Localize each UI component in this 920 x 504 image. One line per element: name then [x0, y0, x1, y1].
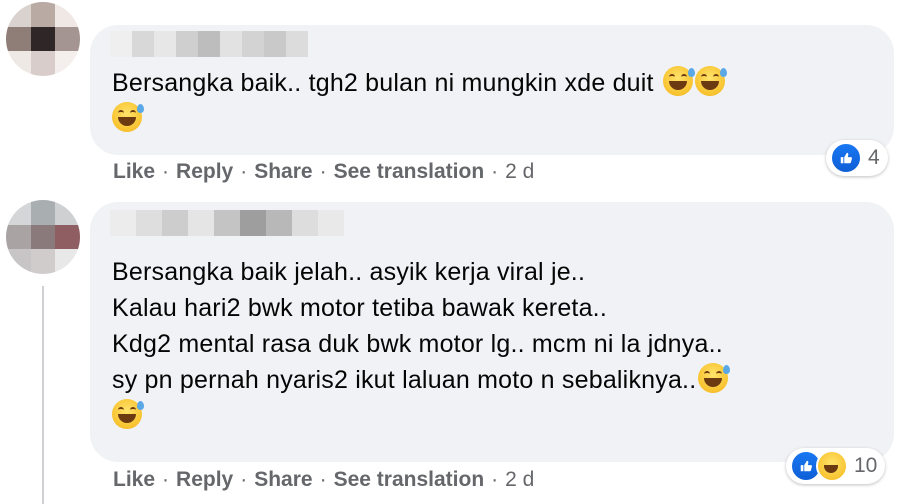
avatar-pixel	[55, 51, 80, 76]
like-link[interactable]: Like	[113, 468, 155, 492]
comment-emoji-line	[112, 398, 728, 434]
avatar-pixel	[55, 200, 80, 225]
rolling-laughing-emoji-icon	[112, 102, 144, 132]
avatar-pixel	[55, 224, 80, 250]
avatar-pixel	[6, 51, 31, 76]
avatar-pixel	[30, 26, 56, 52]
share-link[interactable]: Share	[254, 468, 312, 492]
reaction-count: 10	[854, 454, 878, 477]
avatar-pixel	[6, 224, 31, 250]
commenter-name-redacted[interactable]	[110, 31, 308, 57]
see-translation-link[interactable]: See translation	[334, 468, 485, 492]
reaction-count: 4	[868, 146, 880, 169]
commenter-avatar[interactable]	[6, 200, 80, 274]
commenter-name-redacted[interactable]	[110, 210, 344, 236]
comment-text: Bersangka baik.. tgh2 bulan ni mungkin x…	[112, 65, 727, 101]
grinning-sweat-emoji-icon	[112, 399, 144, 429]
comment-line: Bersangka baik.. tgh2 bulan ni mungkin x…	[112, 69, 654, 97]
reply-link[interactable]: Reply	[176, 468, 233, 492]
avatar-pixel	[30, 200, 56, 225]
timestamp[interactable]: 2 d	[505, 468, 534, 492]
avatar-pixel	[6, 249, 31, 274]
comment-actions: Like · Reply · Share · See translation · 2 d	[113, 468, 535, 492]
reaction-summary[interactable]: 4	[826, 140, 888, 176]
like-icon	[830, 142, 862, 174]
like-link[interactable]: Like	[113, 160, 155, 184]
haha-icon	[816, 450, 848, 482]
reply-thread-line	[42, 286, 44, 504]
avatar-pixel	[6, 2, 31, 27]
grinning-sweat-emoji-icon	[698, 363, 731, 393]
avatar-pixel	[30, 51, 56, 76]
see-translation-link[interactable]: See translation	[334, 160, 485, 184]
share-link[interactable]: Share	[254, 160, 312, 184]
avatar-pixel	[30, 249, 56, 274]
avatar-pixel	[6, 200, 31, 225]
comment-line: Kalau hari2 bwk motor tetiba bawak keret…	[112, 294, 607, 322]
reaction-summary[interactable]: 10	[786, 448, 886, 484]
avatar-pixel	[55, 2, 80, 27]
reply-link[interactable]: Reply	[176, 160, 233, 184]
comment-bubble: Bersangka baik jelah.. asyik kerja viral…	[90, 202, 894, 462]
comment-line: Bersangka baik jelah.. asyik kerja viral…	[112, 258, 586, 286]
avatar-pixel	[55, 249, 80, 274]
comment-line-with-emoji: sy pn pernah nyaris2 ikut laluan moto n …	[112, 362, 731, 398]
avatar-pixel	[6, 26, 31, 52]
avatar-pixel	[30, 224, 56, 250]
comment-actions: Like · Reply · Share · See translation · 2 d	[113, 160, 535, 184]
comment-emoji-line	[112, 101, 144, 137]
timestamp[interactable]: 2 d	[505, 160, 534, 184]
tears-of-joy-emoji-icon	[694, 66, 727, 96]
avatar-pixel	[55, 26, 80, 52]
comment-line: Kdg2 mental rasa duk bwk motor lg.. mcm …	[112, 330, 723, 358]
comment-line: sy pn pernah nyaris2 ikut laluan moto n …	[112, 366, 697, 394]
avatar-pixel	[30, 2, 56, 27]
comment-bubble: Bersangka baik.. tgh2 bulan ni mungkin x…	[90, 25, 894, 155]
comment-text: Bersangka baik jelah.. asyik kerja viral…	[112, 254, 731, 434]
commenter-avatar[interactable]	[6, 2, 80, 76]
grinning-sweat-emoji-icon	[662, 66, 695, 96]
